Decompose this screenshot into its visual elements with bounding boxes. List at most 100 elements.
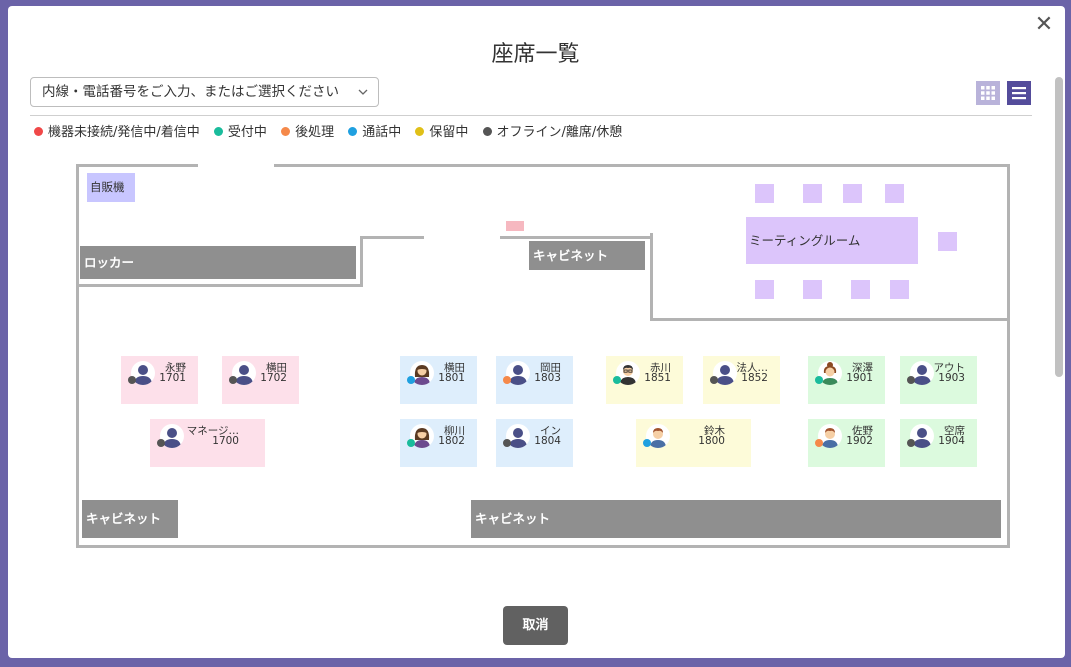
legend-label: 後処理: [295, 125, 335, 140]
seat-extension: 1903: [938, 372, 965, 384]
seat-extension: 1700: [212, 435, 239, 447]
legend-item-offline: オフライン/離席/休憩: [482, 121, 623, 140]
status-legend: 機器未接続/発信中/着信中 受付中 後処理 通話中 保留中 オフライン/離席/休…: [34, 121, 632, 140]
meeting-chair: [890, 280, 909, 299]
status-dot: [613, 376, 621, 384]
meeting-chair: [938, 232, 957, 251]
legend-item-accepting: 受付中: [213, 121, 267, 140]
seat-extension: 1852: [741, 372, 768, 384]
chevron-down-icon: [358, 78, 368, 116]
seat-1904[interactable]: 空席 1904: [900, 419, 977, 467]
seat-1800[interactable]: 鈴木 1800: [636, 419, 751, 467]
seat-1802[interactable]: 柳川 1802: [400, 419, 477, 467]
legend-dot: [213, 127, 223, 136]
vending-machine: 自販機: [87, 173, 135, 202]
legend-item-on-call: 通話中: [348, 121, 401, 140]
status-dot: [503, 376, 511, 384]
wall-bottom: [76, 545, 1010, 548]
divider: [30, 115, 1032, 116]
meeting-chair: [755, 184, 774, 203]
legend-dot: [482, 127, 492, 136]
seat-1851[interactable]: 赤川 1851: [606, 356, 683, 404]
seat-extension: 1701: [159, 372, 186, 384]
meeting-room: ミーティングルーム: [746, 217, 918, 264]
small-object: [506, 221, 524, 231]
status-dot: [907, 439, 915, 447]
legend-item-after-call: 後処理: [281, 121, 334, 140]
cancel-button[interactable]: 取消: [503, 606, 568, 645]
seat-extension: 1851: [644, 372, 671, 384]
status-dot: [407, 439, 415, 447]
status-dot: [710, 376, 718, 384]
seat-extension: 1804: [534, 435, 561, 447]
list-view-icon: [1012, 87, 1026, 100]
locker: ロッカー: [80, 246, 356, 279]
meeting-chair: [803, 280, 822, 299]
wall-partition-left: [360, 236, 424, 239]
seat-1852[interactable]: 法人… 1852: [703, 356, 780, 404]
wall-locker-right: [360, 236, 363, 287]
seat-extension: 1901: [846, 372, 873, 384]
status-dot: [407, 376, 415, 384]
status-dot: [128, 376, 136, 384]
legend-dot: [34, 127, 43, 136]
status-dot: [503, 439, 511, 447]
wall-left: [76, 164, 79, 548]
cabinet-bottom-right: キャビネット: [471, 500, 1001, 538]
seat-extension: 1904: [938, 435, 965, 447]
legend-dot: [281, 127, 291, 136]
legend-label: オフライン/離席/休憩: [496, 125, 623, 140]
wall-top-right: [274, 164, 1010, 167]
seat-1902[interactable]: 佐野 1902: [808, 419, 885, 467]
wall-partition-right: [500, 236, 652, 239]
extension-search-placeholder: 内線・電話番号をご入力、またはご選択ください: [42, 84, 339, 100]
meeting-chair: [755, 280, 774, 299]
status-dot: [157, 439, 165, 447]
scrollbar-thumb[interactable]: [1055, 77, 1063, 377]
wall-right: [1007, 164, 1010, 548]
grid-view-icon: [981, 86, 995, 100]
legend-item-disconnected: 機器未接続/発信中/着信中: [34, 121, 200, 140]
close-icon[interactable]: ✕: [1033, 14, 1055, 36]
legend-label: 受付中: [227, 125, 267, 140]
seat-1903[interactable]: アウト 1903: [900, 356, 977, 404]
cabinet-top: キャビネット: [529, 241, 645, 270]
legend-label: 機器未接続/発信中/着信中: [48, 125, 200, 140]
extension-search-select[interactable]: 内線・電話番号をご入力、またはご選択ください: [30, 77, 379, 107]
meeting-chair: [851, 280, 870, 299]
seat-1700[interactable]: マネージ… 1700: [150, 419, 265, 467]
status-dot: [907, 376, 915, 384]
legend-dot: [415, 127, 425, 136]
wall-locker-bottom: [79, 284, 362, 287]
status-dot: [643, 439, 651, 447]
list-view-button[interactable]: [1007, 81, 1031, 105]
status-dot: [815, 439, 823, 447]
legend-dot: [348, 127, 358, 136]
meeting-chair: [843, 184, 862, 203]
cabinet-bottom-left: キャビネット: [82, 500, 178, 538]
legend-label: 保留中: [429, 125, 469, 140]
grid-view-button[interactable]: [976, 81, 1000, 105]
seat-1901[interactable]: 深澤 1901: [808, 356, 885, 404]
dialog-title: 座席一覧: [491, 42, 580, 67]
seat-extension: 1803: [534, 372, 561, 384]
seat-extension: 1800: [698, 435, 725, 447]
meeting-chair: [885, 184, 904, 203]
seat-1803[interactable]: 岡田 1803: [496, 356, 573, 404]
legend-item-on-hold: 保留中: [415, 121, 468, 140]
status-dot: [229, 376, 237, 384]
seat-1701[interactable]: 永野 1701: [121, 356, 198, 404]
wall-meeting-left: [650, 233, 653, 321]
wall-top-left: [76, 164, 198, 167]
legend-label: 通話中: [362, 125, 402, 140]
seat-extension: 1902: [846, 435, 873, 447]
seat-extension: 1702: [260, 372, 287, 384]
seat-1804[interactable]: イン 1804: [496, 419, 573, 467]
seat-1801[interactable]: 横田 1801: [400, 356, 477, 404]
meeting-chair: [803, 184, 822, 203]
wall-meeting-bottom: [650, 318, 1008, 321]
status-dot: [815, 376, 823, 384]
seat-extension: 1802: [438, 435, 465, 447]
seat-1702[interactable]: 横田 1702: [222, 356, 299, 404]
seat-extension: 1801: [438, 372, 465, 384]
